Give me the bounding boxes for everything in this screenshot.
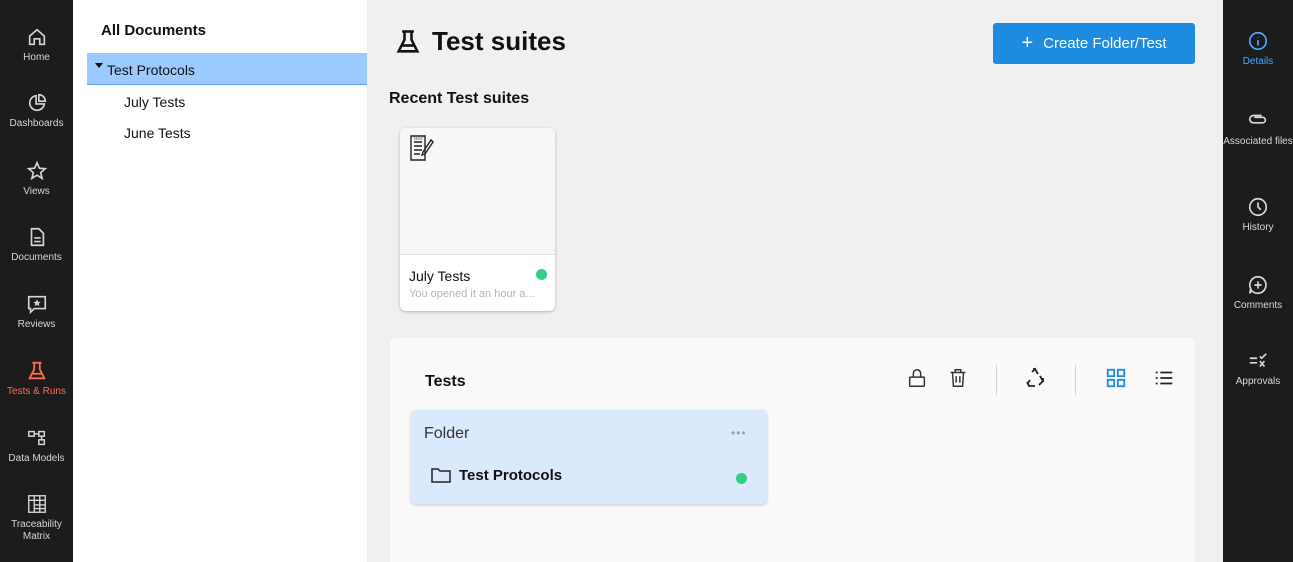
- list-view-icon: [1155, 371, 1173, 385]
- panel-tab-label: History: [1242, 222, 1274, 233]
- folder-card-test-protocols[interactable]: Folder ••• Test Protocols: [411, 410, 767, 504]
- nav-item-home[interactable]: Home: [0, 26, 73, 64]
- plus-icon: +: [1021, 32, 1034, 54]
- flask-icon: [27, 361, 46, 380]
- star-icon: [26, 160, 47, 181]
- page-title-text: Test suites: [432, 26, 566, 56]
- document-tree: All Documents Test Protocols July Tests …: [81, 0, 434, 562]
- recent-card-july-tests[interactable]: TEST July Tests You opened it an hour a.…: [400, 128, 555, 311]
- folder-icon: [431, 468, 451, 483]
- panel-tab-associated-files[interactable]: Associated files: [1223, 110, 1293, 147]
- panel-tab-label: Details: [1242, 56, 1274, 67]
- panel-tab-label: Comments: [1233, 300, 1283, 311]
- data-model-icon: [27, 430, 45, 446]
- panel-tab-details[interactable]: Details: [1223, 30, 1293, 67]
- folder-card-header: Folder: [424, 425, 470, 442]
- tests-title: Tests: [425, 373, 466, 390]
- tests-panel: Tests Folder ••• Test Protocols: [390, 338, 1195, 562]
- left-nav: Home Dashboards Views Documents Reviews …: [0, 0, 73, 562]
- toolbar-divider: [996, 365, 997, 395]
- create-button-label: Create Folder/Test: [1043, 35, 1167, 52]
- trash-icon: [950, 369, 966, 387]
- clock-icon: [1248, 197, 1268, 217]
- tree-item-june-tests[interactable]: June Tests: [124, 125, 191, 141]
- lock-button[interactable]: [905, 366, 929, 390]
- pie-chart-icon: [28, 93, 46, 112]
- panel-tab-comments[interactable]: Comments: [1223, 274, 1293, 311]
- document-icon: [30, 227, 44, 247]
- tree-title: All Documents: [101, 22, 207, 39]
- recycle-icon: [1026, 367, 1045, 387]
- nav-label: Tests & Runs: [7, 386, 66, 397]
- comment-add-icon: [1248, 275, 1267, 295]
- card-subtitle: You opened it an hour a...: [409, 288, 535, 300]
- nav-label: Views: [23, 186, 50, 197]
- nav-item-views[interactable]: Views: [0, 160, 73, 198]
- grid-view-button[interactable]: [1104, 366, 1128, 390]
- tree-item-july-tests[interactable]: July Tests: [124, 94, 185, 110]
- right-panel-nav: Details Associated files History Comment…: [1223, 0, 1293, 562]
- trash-button[interactable]: [946, 366, 970, 390]
- home-icon: [28, 28, 45, 46]
- nav-item-reviews[interactable]: Reviews: [0, 293, 73, 331]
- nav-label: Dashboards: [9, 118, 64, 129]
- lock-icon: [908, 369, 926, 387]
- more-options-icon[interactable]: •••: [731, 426, 747, 440]
- recent-section-title: Recent Test suites: [389, 90, 530, 107]
- create-folder-test-button[interactable]: + Create Folder/Test: [993, 23, 1195, 64]
- status-dot: [536, 269, 547, 280]
- nav-item-documents[interactable]: Documents: [0, 226, 73, 264]
- card-preview: TEST: [400, 128, 555, 255]
- nav-label: Reviews: [17, 319, 56, 330]
- paperclip-icon: [1248, 114, 1267, 124]
- review-icon: [27, 295, 46, 315]
- nav-item-tests-runs[interactable]: Tests & Runs: [0, 360, 73, 398]
- card-name: July Tests: [409, 268, 471, 284]
- page-title: Test suites: [394, 26, 566, 57]
- nav-label: Data Models: [8, 453, 65, 464]
- grid-view-icon: [1106, 368, 1126, 388]
- main-content: Test suites + Create Folder/Test Recent …: [367, 0, 1223, 562]
- nav-item-traceability-matrix[interactable]: Traceability Matrix: [0, 493, 73, 543]
- svg-text:TEST: TEST: [413, 136, 424, 141]
- tree-item-label: Test Protocols: [107, 62, 195, 78]
- nav-label: Documents: [11, 252, 62, 263]
- panel-tab-label: Approvals: [1235, 376, 1281, 387]
- test-document-icon: TEST: [410, 135, 434, 161]
- info-icon: [1248, 31, 1268, 51]
- list-view-button[interactable]: [1152, 366, 1176, 390]
- folder-name: Test Protocols: [459, 467, 563, 484]
- nav-label: Traceability Matrix: [11, 519, 62, 542]
- status-dot: [736, 473, 747, 484]
- matrix-icon: [27, 495, 46, 513]
- recycle-button[interactable]: [1023, 366, 1047, 390]
- panel-tab-approvals[interactable]: Approvals: [1223, 350, 1293, 387]
- panel-tab-history[interactable]: History: [1223, 196, 1293, 233]
- nav-item-dashboards[interactable]: Dashboards: [0, 92, 73, 130]
- caret-down-icon[interactable]: [95, 63, 103, 68]
- approvals-icon: [1249, 353, 1267, 368]
- nav-label: Home: [23, 52, 50, 63]
- panel-tab-label: Associated files: [1223, 136, 1293, 147]
- toolbar-divider: [1075, 365, 1076, 395]
- nav-item-data-models[interactable]: Data Models: [0, 427, 73, 465]
- flask-icon: [396, 29, 420, 53]
